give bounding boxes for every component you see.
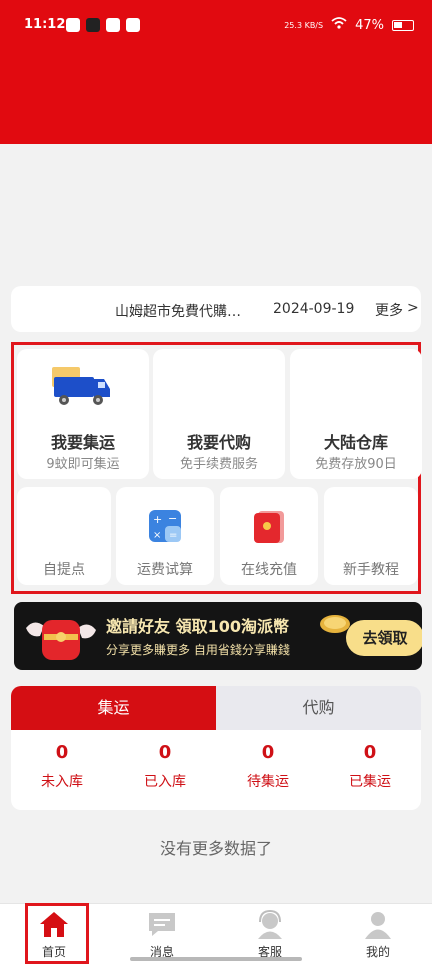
service-purchase-agent[interactable]: 我要代购 免手续费服务	[153, 349, 285, 479]
tab-customer-service[interactable]: 客服	[216, 904, 324, 964]
news-bar[interactable]: 山姆超市免費代購… 2024-09-19 更多 >	[11, 286, 421, 332]
services-grid: 我要集运 9蚊即可集运 我要代购 免手续费服务 大陆仓库 免费存放90日 自提点…	[11, 342, 422, 594]
svg-text:+: +	[153, 513, 162, 526]
service-consolidated-shipping[interactable]: 我要集运 9蚊即可集运	[17, 349, 149, 479]
invite-banner[interactable]: 邀請好友 領取100淘派幣 分享更多賺更多 自用省錢分享賺錢 去領取	[14, 602, 422, 670]
banner-title: 邀請好友 領取100淘派幣	[106, 617, 289, 636]
service-label: 新手教程	[343, 562, 399, 578]
stat-consolidated[interactable]: 0 已集运	[319, 742, 421, 791]
battery-percent: 47%	[355, 17, 384, 33]
tab-messages[interactable]: 消息	[108, 904, 216, 964]
stat-value: 0	[158, 742, 172, 763]
support-icon	[254, 909, 286, 944]
app-notification-icon	[66, 18, 80, 32]
service-label: 在线充值	[241, 562, 297, 578]
stat-label: 待集运	[247, 774, 289, 790]
status-time: 11:12	[24, 17, 66, 32]
battery-icon	[392, 19, 414, 31]
app-notification-icon	[126, 18, 140, 32]
red-envelope-icon	[252, 509, 286, 549]
service-subtitle: 免手续费服务	[179, 457, 258, 472]
tab-profile[interactable]: 我的	[324, 904, 432, 964]
calculator-icon: + − × =	[148, 509, 182, 547]
gift-bag-icon	[22, 606, 100, 670]
service-label: 运费试算	[137, 562, 193, 578]
stat-value: 0	[55, 742, 69, 763]
truck-icon	[50, 363, 112, 413]
service-mainland-warehouse[interactable]: 大陆仓库 免费存放90日	[290, 349, 422, 479]
service-subtitle: 9蚊即可集运	[46, 457, 120, 472]
gesture-bar	[130, 957, 302, 961]
news-more-label: 更多	[375, 303, 403, 319]
service-pickup-point[interactable]: 自提点	[17, 487, 111, 585]
network-speed: 25.3 KB/S	[284, 20, 324, 30]
svg-text:=: =	[169, 530, 177, 541]
profile-icon	[362, 910, 394, 944]
tab-purchase-agent[interactable]: 代购	[216, 686, 421, 730]
service-online-topup[interactable]: 在线充值	[220, 487, 318, 585]
news-title[interactable]: 山姆超市免費代購…	[115, 301, 250, 321]
stat-value: 0	[363, 742, 377, 763]
stat-received[interactable]: 0 已入库	[114, 742, 216, 791]
news-date: 2024-09-19	[273, 301, 355, 317]
service-title: 大陆仓库	[323, 433, 388, 452]
tiktok-icon	[86, 18, 100, 32]
chevron-right-icon: >	[407, 300, 419, 316]
no-more-data-text: 没有更多数据了	[159, 839, 272, 858]
stat-label: 已入库	[144, 774, 186, 790]
service-title: 我要代购	[186, 433, 251, 452]
status-right: 25.3 KB/S 47%	[284, 17, 414, 33]
message-icon	[146, 910, 178, 942]
status-bar: 11:12 25.3 KB/S 47%	[0, 14, 432, 40]
service-shipping-calculator[interactable]: + − × = 运费试算	[116, 487, 214, 585]
shipping-stats-card: 集运 代购 0 未入库 0 已入库 0 待集运 0 已集运	[11, 686, 421, 810]
stat-not-received[interactable]: 0 未入库	[11, 742, 113, 791]
service-label: 自提点	[43, 562, 85, 578]
mail-icon	[106, 18, 120, 32]
service-title: 我要集运	[50, 433, 115, 452]
claim-button[interactable]: 去領取	[346, 620, 422, 656]
header-banner: 11:12 25.3 KB/S 47%	[0, 0, 432, 144]
tab-label: 我的	[365, 945, 390, 959]
stat-label: 未入库	[41, 774, 83, 790]
stat-pending-consolidation[interactable]: 0 待集运	[217, 742, 319, 791]
wifi-icon	[331, 17, 347, 33]
svg-text:−: −	[168, 512, 177, 525]
svg-text:×: ×	[153, 530, 161, 541]
service-beginner-guide[interactable]: 新手教程	[324, 487, 418, 585]
stat-value: 0	[261, 742, 275, 763]
tab-consolidated-shipping[interactable]: 集运	[11, 686, 216, 730]
service-subtitle: 免费存放90日	[315, 457, 397, 472]
news-more-link[interactable]: 更多 >	[375, 300, 419, 320]
home-tab-highlight	[25, 903, 89, 964]
stat-label: 已集运	[349, 774, 391, 790]
status-app-icons	[66, 18, 140, 32]
banner-subtitle: 分享更多賺更多 自用省錢分享賺錢	[106, 643, 290, 657]
